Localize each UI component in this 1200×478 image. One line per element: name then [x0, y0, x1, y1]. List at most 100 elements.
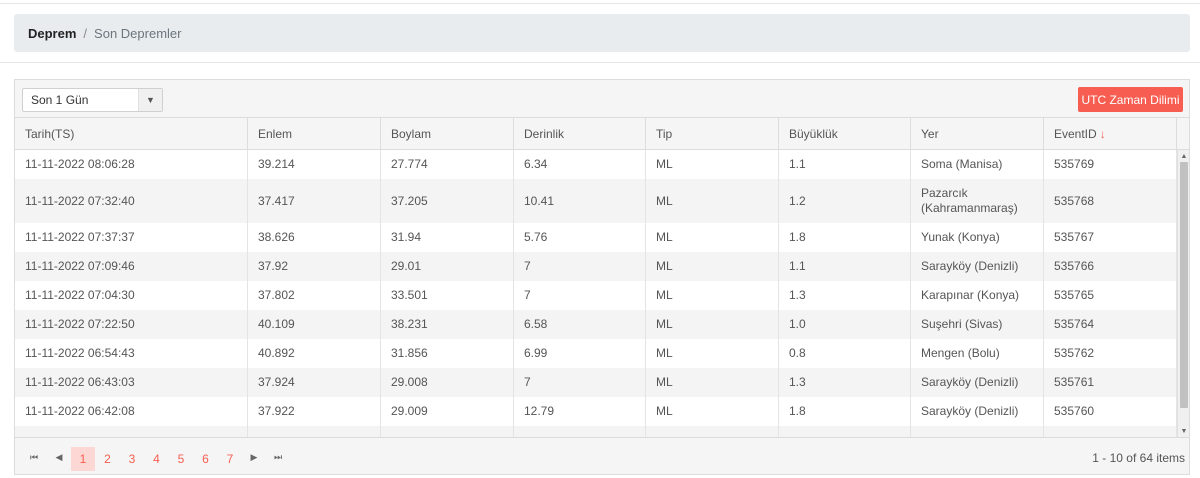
cell-lon: 29.009 [381, 397, 514, 426]
page-4-button[interactable]: 4 [145, 447, 169, 471]
cell-place: Pazarcık (Kahramanmaraş) [911, 179, 1044, 223]
caret-down-icon[interactable]: ▼ [138, 89, 162, 111]
page-5-button[interactable]: 5 [169, 447, 193, 471]
cell-depth: 7 [514, 252, 646, 281]
cell-place: Sarayköy (Denizli) [911, 397, 1044, 426]
column-header-label: Yer [921, 127, 939, 141]
cell-type: ML [646, 368, 779, 397]
vertical-scrollbar[interactable]: ▲ ▼ [1177, 150, 1189, 437]
cell-lon: 31.94 [381, 223, 514, 252]
cell-depth: 6.58 [514, 310, 646, 339]
cell-lat: 40.109 [248, 310, 381, 339]
table-row[interactable]: 11-11-2022 06:43:03 37.924 29.008 7 ML 1.3 Sar… [15, 368, 1177, 397]
cell-type: ML [646, 179, 779, 223]
cell-lat: 37.924 [248, 368, 381, 397]
grid-body: 11-11-2022 08:06:28 39.214 27.774 6.34 ML 1.1… [15, 150, 1189, 437]
last-page-icon[interactable]: ⏭ [269, 447, 287, 467]
empty-cell [248, 426, 381, 437]
cell-lon: 29.01 [381, 252, 514, 281]
utc-timezone-button[interactable]: UTC Zaman Dilimi [1078, 87, 1183, 112]
empty-cell [514, 426, 646, 437]
table-row[interactable]: 11-11-2022 06:54:43 40.892 31.856 6.99 ML 0.8… [15, 339, 1177, 368]
cell-lon: 38.231 [381, 310, 514, 339]
cell-type: ML [646, 223, 779, 252]
empty-cell [381, 426, 514, 437]
table-row[interactable]: 11-11-2022 06:42:08 37.922 29.009 12.79 ML 1.… [15, 397, 1177, 426]
cell-lat: 40.892 [248, 339, 381, 368]
cell-lat: 37.417 [248, 179, 381, 223]
cell-lon: 37.205 [381, 179, 514, 223]
cell-depth: 7 [514, 281, 646, 310]
grid-rows: 11-11-2022 08:06:28 39.214 27.774 6.34 ML 1.1… [15, 150, 1189, 437]
grid-header: Tarih(TS) Enlem Boylam Derinlik Tip Büyüklük Y… [15, 118, 1189, 150]
breadcrumb: Deprem / Son Depremler [14, 14, 1190, 52]
empty-cell [779, 426, 911, 437]
cell-depth: 6.34 [514, 150, 646, 179]
cell-date: 11-11-2022 07:37:37 [15, 223, 248, 252]
table-row[interactable]: 11-11-2022 08:06:28 39.214 27.774 6.34 ML 1.1… [15, 150, 1177, 179]
column-header-label: EventID [1054, 127, 1097, 141]
page-7-button[interactable]: 7 [218, 447, 242, 471]
cell-date: 11-11-2022 07:04:30 [15, 281, 248, 310]
scrollbar-thumb[interactable] [1180, 162, 1188, 408]
column-header-date[interactable]: Tarih(TS) [15, 118, 248, 150]
empty-cell [1044, 426, 1177, 437]
column-header-lon[interactable]: Boylam [381, 118, 514, 150]
first-page-icon[interactable]: ⏮ [25, 447, 43, 467]
cell-date: 11-11-2022 07:09:46 [15, 252, 248, 281]
cell-lon: 29.008 [381, 368, 514, 397]
cell-date: 11-11-2022 07:32:40 [15, 179, 248, 223]
column-header-mag[interactable]: Büyüklük [779, 118, 911, 150]
cell-eventid: 535768 [1044, 179, 1177, 223]
cell-depth: 5.76 [514, 223, 646, 252]
breadcrumb-separator: / [83, 25, 88, 41]
cell-date: 11-11-2022 06:43:03 [15, 368, 248, 397]
sort-desc-icon: ↓ [1099, 127, 1106, 141]
table-row[interactable]: 11-11-2022 07:32:40 37.417 37.205 10.41 ML 1.… [15, 179, 1177, 223]
scroll-up-icon[interactable]: ▲ [1178, 150, 1189, 162]
pager: ⏮ ◀ 1234567 ▶ ⏭ 1 - 10 of 64 items [15, 437, 1189, 474]
time-range-dropdown[interactable]: Son 1 Gün ▼ [22, 88, 163, 112]
page-1-button[interactable]: 1 [71, 447, 95, 471]
next-page-icon[interactable]: ▶ [245, 447, 263, 467]
cell-depth: 12.79 [514, 397, 646, 426]
cell-place: Karapınar (Konya) [911, 281, 1044, 310]
column-header-place[interactable]: Yer [911, 118, 1044, 150]
cell-eventid: 535762 [1044, 339, 1177, 368]
column-header-lat[interactable]: Enlem [248, 118, 381, 150]
divider [0, 62, 1200, 63]
cell-lon: 31.856 [381, 339, 514, 368]
table-row[interactable]: 11-11-2022 07:09:46 37.92 29.01 7 ML 1.1 Saray… [15, 252, 1177, 281]
column-header-depth[interactable]: Derinlik [514, 118, 646, 150]
column-header-label: Enlem [258, 127, 293, 141]
cell-eventid: 535767 [1044, 223, 1177, 252]
empty-cell [646, 426, 779, 437]
cell-lat: 37.922 [248, 397, 381, 426]
cell-eventid: 535769 [1044, 150, 1177, 179]
cell-type: ML [646, 252, 779, 281]
grid-toolbar: Son 1 Gün ▼ UTC Zaman Dilimi [15, 80, 1189, 118]
page-2-button[interactable]: 2 [96, 447, 120, 471]
empty-cell [15, 426, 248, 437]
cell-eventid: 535761 [1044, 368, 1177, 397]
page-6-button[interactable]: 6 [194, 447, 218, 471]
scroll-down-icon[interactable]: ▼ [1178, 425, 1189, 437]
table-row[interactable]: 11-11-2022 07:04:30 37.802 33.501 7 ML 1.3 Kar… [15, 281, 1177, 310]
cell-place: Soma (Manisa) [911, 150, 1044, 179]
column-header-eventid[interactable]: EventID ↓ [1044, 118, 1177, 150]
page-3-button[interactable]: 3 [120, 447, 144, 471]
cell-place: Mengen (Bolu) [911, 339, 1044, 368]
cell-mag: 1.8 [779, 223, 911, 252]
cell-lat: 39.214 [248, 150, 381, 179]
column-header-type[interactable]: Tip [646, 118, 779, 150]
cell-type: ML [646, 150, 779, 179]
prev-page-icon[interactable]: ◀ [50, 447, 68, 467]
cell-mag: 1.1 [779, 150, 911, 179]
table-row[interactable]: 11-11-2022 07:37:37 38.626 31.94 5.76 ML 1.8 Y… [15, 223, 1177, 252]
cell-depth: 6.99 [514, 339, 646, 368]
breadcrumb-root[interactable]: Deprem [28, 26, 76, 41]
cell-mag: 1.1 [779, 252, 911, 281]
cell-date: 11-11-2022 06:54:43 [15, 339, 248, 368]
cell-place: Suşehri (Sivas) [911, 310, 1044, 339]
table-row[interactable]: 11-11-2022 07:22:50 40.109 38.231 6.58 ML 1.0… [15, 310, 1177, 339]
